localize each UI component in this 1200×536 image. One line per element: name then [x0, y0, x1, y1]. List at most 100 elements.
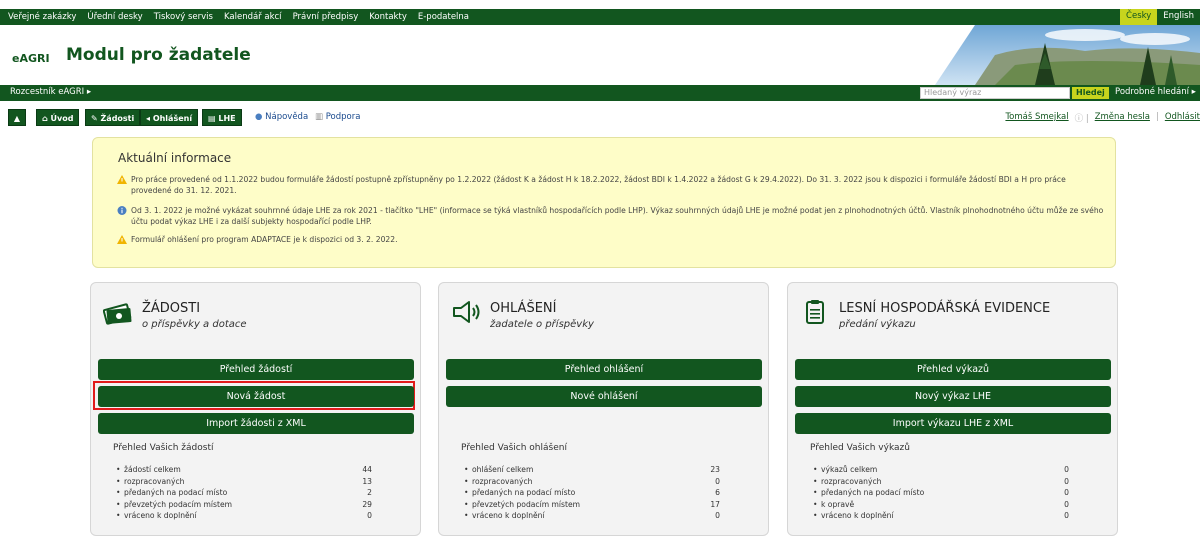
stat-value: 17 [710, 499, 720, 509]
user-area: Tomáš Smejkal ⓘ | Změna hesla | Odhlásit [999, 112, 1200, 124]
support-link[interactable]: ▥ Podpora [315, 112, 360, 122]
page-header: eAGRI Modul pro žadatele [0, 25, 1200, 85]
top-bar: Veřejné zakázky Úřední desky Tiskový ser… [0, 9, 1200, 25]
nav-uvod[interactable]: ⌂ Úvod [36, 109, 80, 126]
overview-requests-button[interactable]: Přehled žádostí [98, 359, 414, 380]
info-icon: ⓘ | [1074, 114, 1089, 124]
user-name-link[interactable]: Tomáš Smejkal [1005, 112, 1068, 124]
stat-value: 0 [367, 511, 372, 521]
nav-lhe[interactable]: ▤ LHE [202, 109, 242, 126]
stat-value: 13 [362, 476, 372, 486]
link-kontakty[interactable]: Kontakty [369, 12, 407, 22]
nav-lhe-label: LHE [218, 114, 236, 123]
stat-value: 0 [715, 476, 720, 486]
search-input[interactable]: Hledaný výraz [920, 87, 1070, 99]
change-password-link[interactable]: Změna hesla [1095, 112, 1150, 124]
link-verejne-zakazky[interactable]: Veřejné zakázky [8, 12, 76, 22]
support-link-label: Podpora [325, 112, 361, 122]
header-landscape-image [935, 25, 1200, 85]
lang-english[interactable]: English [1157, 9, 1200, 25]
warning-icon [117, 175, 127, 184]
link-pravni-predpisy[interactable]: Právní předpisy [293, 12, 359, 22]
separator: | [1155, 112, 1159, 122]
info-text: Formulář ohlášení pro program ADAPTACE j… [131, 235, 398, 244]
overview-reports-button[interactable]: Přehled výkazů [795, 359, 1111, 380]
help-link-label: Nápověda [265, 112, 309, 122]
info-text: Pro práce provedené od 1.1.2022 budou fo… [131, 175, 1066, 195]
list-item: vráceno k doplnění 0 [116, 510, 372, 522]
card-title: LESNÍ HOSPODÁŘSKÁ EVIDENCE [839, 301, 1051, 316]
card-zadosti: ŽÁDOSTI o příspěvky a dotace Přehled žád… [90, 282, 421, 536]
nav-zadosti[interactable]: ✎ Žádosti [85, 109, 141, 126]
help-icon: ● [255, 112, 266, 122]
help-link[interactable]: ● Nápověda [255, 112, 308, 122]
stats-title: Přehled Vašich ohlášení [461, 443, 567, 453]
stat-label: předaných na podací místo [472, 488, 576, 498]
stat-label: ohlášení celkem [472, 465, 534, 474]
stat-label: vráceno k doplnění [472, 511, 545, 521]
info-item: Od 3. 1. 2022 je možné vykázat souhrnné … [117, 205, 1107, 227]
link-uredni-desky[interactable]: Úřední desky [87, 12, 142, 22]
new-request-button[interactable]: Nová žádost [98, 386, 414, 407]
stat-value: 0 [1064, 511, 1069, 521]
stat-label: předaných na podací místo [124, 488, 228, 498]
stat-label: vráceno k doplnění [124, 511, 197, 521]
advanced-search-link[interactable]: Podrobné hledání ▸ [1115, 87, 1196, 97]
card-title: OHLÁŠENÍ [490, 301, 557, 316]
nav-ohlaseni-label: Ohlášení [152, 114, 193, 123]
list-item: rozpracovaných 0 [813, 476, 1069, 488]
stat-label: převzetých podacím místem [124, 499, 233, 509]
stat-value: 0 [1064, 488, 1069, 498]
top-links: Veřejné zakázky Úřední desky Tiskový ser… [0, 12, 480, 22]
stats-list: ohlášení celkem 23 rozpracovaných 0 předan… [464, 464, 720, 522]
nav-uvod-label: Úvod [50, 114, 74, 123]
stat-value: 44 [362, 465, 372, 474]
list-item: převzetých podacím místem 17 [464, 499, 720, 511]
stat-value: 23 [710, 465, 720, 474]
list-item: vráceno k doplnění 0 [813, 510, 1069, 522]
list-item: předaných na podací místo 6 [464, 487, 720, 499]
stat-label: rozpracovaných [472, 476, 533, 486]
lang-czech[interactable]: Česky [1120, 9, 1158, 25]
rozcestnik-link[interactable]: Rozcestník eAGRI ▸ [10, 87, 91, 97]
stats-title: Přehled Vašich výkazů [810, 443, 910, 453]
stats-list: žádostí celkem 44 rozpracovaných 13 předan… [116, 464, 372, 522]
list-item: převzetých podacím místem 29 [116, 499, 372, 511]
stat-value: 6 [715, 488, 720, 498]
money-icon [103, 303, 132, 325]
stat-label: výkazů celkem [821, 465, 878, 474]
list-item: předaných na podací místo 2 [116, 487, 372, 499]
link-tiskovy-servis[interactable]: Tiskový servis [154, 12, 213, 22]
home-icon: ⌂ [42, 114, 51, 123]
page-title: Modul pro žadatele [66, 45, 251, 65]
link-kalendar-akci[interactable]: Kalendář akcí [224, 12, 282, 22]
list-item: rozpracovaných 0 [464, 476, 720, 488]
overview-notifications-button[interactable]: Přehled ohlášení [446, 359, 762, 380]
import-request-xml-button[interactable]: Import žádosti z XML [98, 413, 414, 434]
card-ohlaseni: OHLÁŠENÍ žadatele o příspěvky Přehled oh… [438, 282, 769, 536]
list-item: výkazů celkem 0 [813, 464, 1069, 476]
eagri-logo[interactable]: eAGRI [12, 52, 50, 65]
import-lhe-xml-button[interactable]: Import výkazu LHE z XML [795, 413, 1111, 434]
new-lhe-report-button[interactable]: Nový výkaz LHE [795, 386, 1111, 407]
card-lhe: LESNÍ HOSPODÁŘSKÁ EVIDENCE předání výkaz… [787, 282, 1118, 536]
new-notification-button[interactable]: Nové ohlášení [446, 386, 762, 407]
document-icon: ▥ [315, 112, 326, 122]
secondary-bar: Rozcestník eAGRI ▸ Hledaný výraz Hledej … [0, 85, 1200, 101]
info-item: Pro práce provedené od 1.1.2022 budou fo… [117, 174, 1107, 196]
list-item: předaných na podací místo 0 [813, 487, 1069, 499]
nav-ohlaseni[interactable]: ◂ Ohlášení [140, 109, 199, 126]
search-button[interactable]: Hledej [1072, 87, 1109, 99]
list-item: rozpracovaných 13 [116, 476, 372, 488]
info-text: Od 3. 1. 2022 je možné vykázat souhrnné … [131, 206, 1104, 226]
logout-link[interactable]: Odhlásit [1165, 112, 1200, 124]
collapse-button[interactable]: ▲ [8, 109, 26, 126]
list-item: k opravě 0 [813, 499, 1069, 511]
link-e-podatelna[interactable]: E-podatelna [418, 12, 469, 22]
card-subtitle: o příspěvky a dotace [142, 319, 247, 330]
stat-value: 29 [362, 499, 372, 509]
list-item: žádostí celkem 44 [116, 464, 372, 476]
stat-label: žádostí celkem [124, 465, 181, 474]
info-title: Aktuální informace [118, 151, 232, 165]
language-switch: Česky English [1120, 9, 1200, 25]
